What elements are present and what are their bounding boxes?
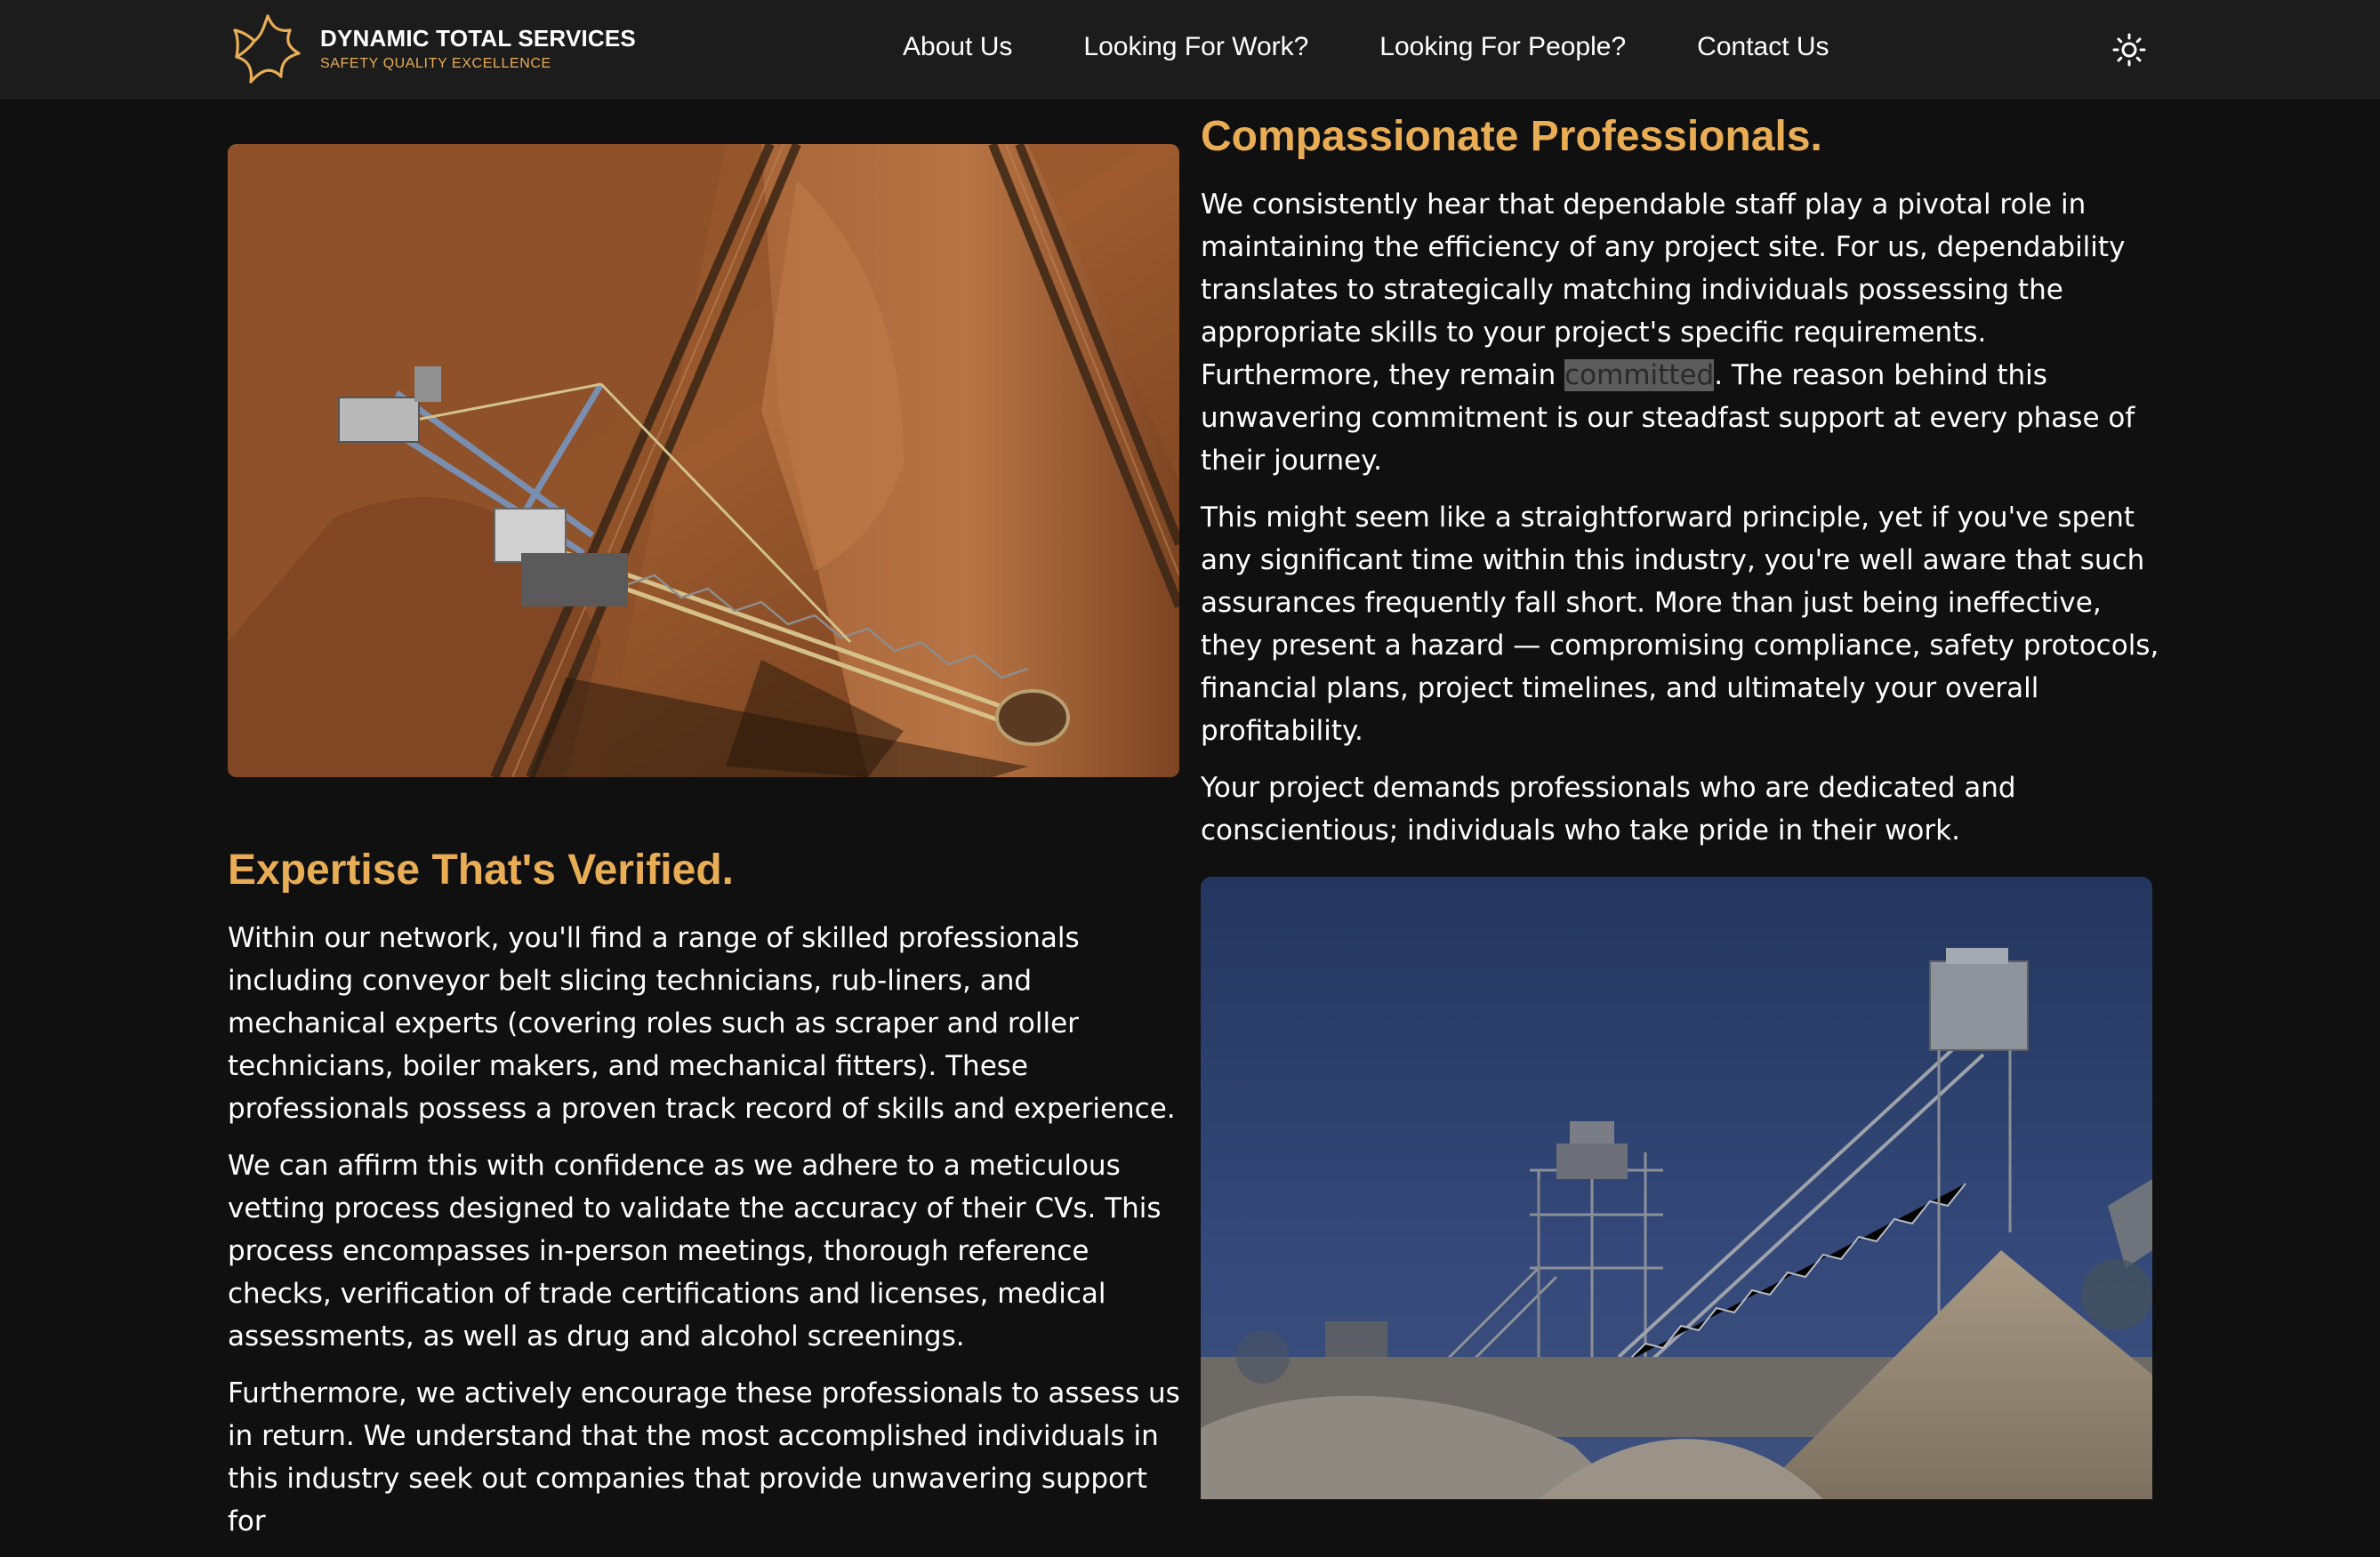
main-nav: About Us Looking For Work? Looking For P… [903,32,1829,68]
section-title-expertise: Expertise That's Verified. [228,847,734,894]
section-title-compassionate: Compassionate Professionals. [1201,113,1822,160]
mining-stacker-reclaimer-image [228,144,1179,777]
nav-looking-for-work[interactable]: Looking For Work? [1083,32,1308,68]
highlighted-word: committed [1564,359,1715,391]
paragraph: We can affirm this with confidence as we… [228,1150,1162,1352]
paragraph: This might seem like a straightforward p… [1201,502,2159,747]
section-body-compassionate: We consistently hear that dependable sta… [1201,183,2166,866]
paragraph: Your project demands professionals who a… [1201,772,2016,847]
nav-looking-for-people[interactable]: Looking For People? [1379,32,1626,68]
sun-icon [2112,33,2146,67]
section-body-expertise: Within our network, you'll find a range … [228,917,1193,1557]
brand-tagline: SAFETY QUALITY EXCELLENCE [320,56,551,71]
nav-about-us[interactable]: About Us [903,32,1012,68]
paragraph: Furthermore, we actively encourage these… [228,1377,1180,1537]
crushing-plant-image [1201,877,2152,1499]
company-logo-icon[interactable] [228,11,308,89]
brand-name[interactable]: DYNAMIC TOTAL SERVICES [320,25,636,52]
site-header: DYNAMIC TOTAL SERVICES SAFETY QUALITY EX… [0,0,2380,99]
paragraph: We consistently hear that dependable sta… [1201,183,2166,482]
nav-contact-us[interactable]: Contact Us [1697,32,1829,68]
theme-toggle-button[interactable] [2108,28,2151,71]
paragraph: Within our network, you'll find a range … [228,922,1176,1125]
